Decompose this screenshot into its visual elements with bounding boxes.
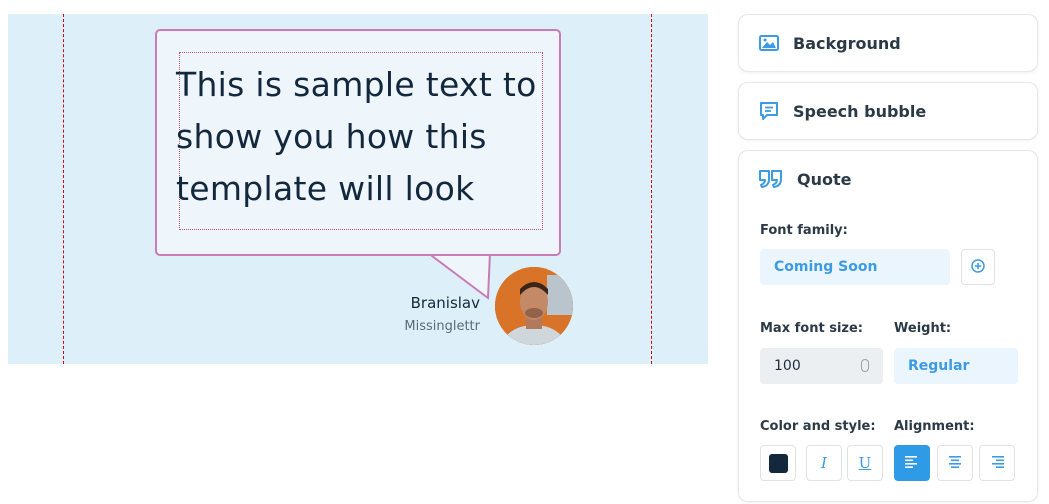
quote-section: Quote Font family: Coming Soon Max font … (738, 150, 1038, 502)
quote-marks-icon (759, 170, 783, 188)
author-handle: Missinglettr (404, 319, 480, 334)
quote-text: This is sample text to show you how this… (176, 59, 548, 215)
quote-line: This is sample text to (176, 65, 537, 104)
background-section-title: Background (793, 33, 901, 53)
add-font-button[interactable] (961, 249, 995, 285)
plus-circle-icon (971, 258, 985, 277)
alignment-label: Alignment: (894, 419, 975, 434)
image-icon (759, 35, 779, 51)
quote-line: template will look (176, 169, 475, 208)
quote-section-header[interactable]: Quote (759, 151, 851, 207)
quote-line: show you how this (176, 117, 487, 156)
template-preview-canvas[interactable]: This is sample text to show you how this… (8, 14, 708, 364)
weight-label: Weight: (894, 321, 952, 336)
color-swatch (768, 453, 788, 473)
color-style-label: Color and style: (760, 419, 876, 434)
font-family-select[interactable]: Coming Soon (760, 249, 950, 285)
avatar (495, 267, 573, 345)
align-right-icon (990, 454, 1004, 472)
quote-text-box[interactable]: This is sample text to show you how this… (176, 52, 543, 230)
weight-select[interactable]: Regular (894, 348, 1018, 384)
speech-bubble-icon (759, 101, 779, 121)
max-font-size-value: 100 (774, 358, 801, 374)
speech-bubble[interactable]: This is sample text to show you how this… (155, 29, 561, 256)
speech-bubble-section[interactable]: Speech bubble (738, 82, 1038, 140)
font-family-label: Font family: (760, 223, 848, 238)
speech-bubble-section-title: Speech bubble (793, 101, 927, 121)
quote-section-title: Quote (797, 169, 852, 189)
align-right-button[interactable] (979, 445, 1015, 481)
align-center-button[interactable] (937, 445, 973, 481)
text-color-button[interactable] (760, 445, 796, 481)
align-left-button[interactable] (894, 445, 930, 481)
italic-button[interactable]: I (806, 445, 842, 481)
align-center-icon (948, 454, 962, 472)
align-left-icon (905, 454, 919, 472)
number-stepper-icon[interactable] (861, 359, 869, 372)
background-section[interactable]: Background (738, 14, 1038, 72)
author-name: Branislav (410, 294, 480, 312)
max-font-size-label: Max font size: (760, 321, 863, 336)
underline-button[interactable]: U (847, 445, 883, 481)
max-font-size-input[interactable]: 100 (760, 348, 883, 384)
